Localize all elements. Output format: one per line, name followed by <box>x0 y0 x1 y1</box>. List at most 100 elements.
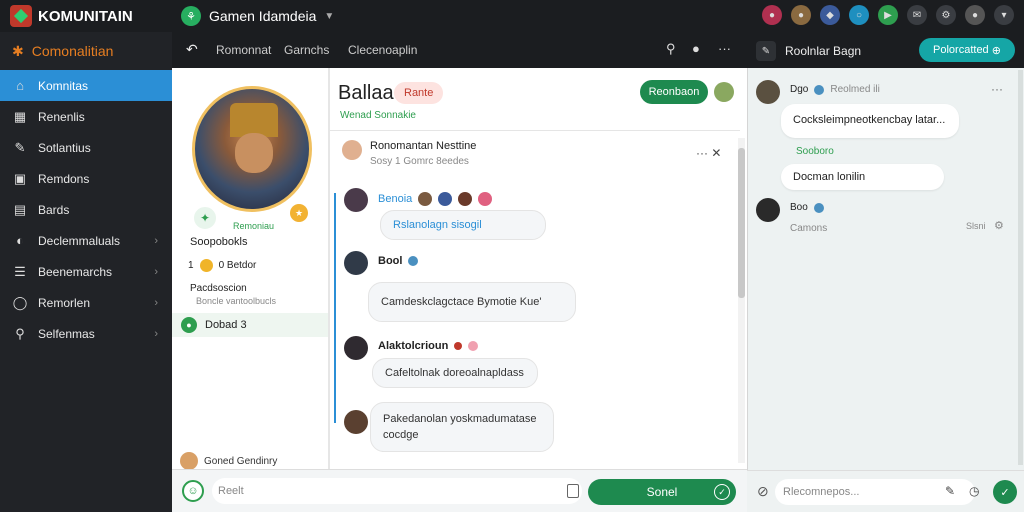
follow-button[interactable]: Reonbaon <box>640 80 708 104</box>
message-bubble: Rslanolagn sisogil <box>380 210 546 240</box>
top-bar: KOMUNITAIN ⚘ Gamen Idamdeia ▼ ● ● ◆ ○ ▶ … <box>0 0 1024 32</box>
active-channel[interactable]: ● Dobad 3 <box>172 313 328 337</box>
fire-icon <box>454 342 463 350</box>
bubble-icon: ◯ <box>12 294 28 310</box>
avatar <box>418 192 433 206</box>
profile-footer[interactable]: Goned Gendinry <box>180 452 277 470</box>
grid-icon: ▦ <box>13 108 27 124</box>
attachment-icon[interactable]: ⊘ <box>757 483 769 500</box>
attachment-icon[interactable] <box>567 484 579 498</box>
search-icon: ⚲ <box>15 325 25 341</box>
back-arrow-icon[interactable]: ↶ <box>186 41 198 58</box>
thread-line <box>334 193 336 423</box>
chat-icon: ☰ <box>14 263 26 279</box>
more-icon[interactable]: ··· <box>718 41 731 56</box>
message: Benoia <box>344 188 493 212</box>
message <box>344 410 368 434</box>
right-panel-button[interactable]: Polorcatted ⊕ <box>919 38 1015 62</box>
sidebar-item-remdons[interactable]: ▣ Remdons <box>0 163 172 194</box>
sidebar-item-selfenmas[interactable]: ⚲ Selfenmas › <box>0 318 172 349</box>
sidebar-item-declemmaluals[interactable]: ◐ Declemmaluals › <box>0 225 172 256</box>
right-composer: ⊘ Rlecomnepos... ✎ ◷ ✓ <box>747 470 1024 512</box>
verified-icon <box>813 202 824 213</box>
sidebar-item-beenemarchs[interactable]: ☰ Beenemarchs › <box>0 256 172 287</box>
scrollbar[interactable] <box>738 138 745 463</box>
profile-panel: ✦ ★ Remoniau Soopobokls 1 0 Betdor Pacds… <box>172 68 328 470</box>
avatar <box>438 192 453 206</box>
home-icon: ⌂ <box>16 78 24 93</box>
avatar[interactable] <box>344 410 368 434</box>
pencil-icon[interactable]: ✎ <box>945 484 955 498</box>
avatar-icon[interactable]: ● <box>791 5 811 25</box>
send-icon[interactable]: ✓ <box>993 480 1017 504</box>
post-author[interactable]: Ronomantan Nesttine <box>370 140 476 152</box>
channel-switcher[interactable]: ⚘ Gamen Idamdeia ▼ <box>181 6 334 26</box>
panel-icon[interactable]: ✎ <box>756 41 776 61</box>
scrollbar[interactable] <box>1018 70 1023 465</box>
avatar[interactable] <box>344 251 368 275</box>
message: Dgo Reolmed ili <box>756 80 880 104</box>
level-badge: ★ <box>290 204 308 222</box>
sidebar-item-bards[interactable]: ▤ Bards <box>0 194 172 225</box>
app-logo[interactable]: KOMUNITAIN <box>10 5 133 27</box>
sidebar-item-komnitas[interactable]: ⌂ Komnitas <box>0 70 172 101</box>
sidebar-item-sotlantius[interactable]: ✎ Sotlantius <box>0 132 172 163</box>
tag-pill[interactable]: Rante <box>394 82 444 104</box>
check-icon: ✓ <box>714 484 730 500</box>
message: Boo Camons <box>756 198 827 234</box>
profile-name: Soopobokls <box>190 236 248 248</box>
tab-clecenoaplin[interactable]: Clecenoaplin <box>348 43 417 57</box>
send-button[interactable]: Sonel ✓ <box>588 479 736 505</box>
avatar[interactable] <box>344 188 368 212</box>
tab-garnchs[interactable]: Garnchs <box>284 43 329 57</box>
sidebar-item-remorlen[interactable]: ◯ Remorlen › <box>0 287 172 318</box>
avatar[interactable] <box>342 140 362 160</box>
message: Alaktolcrioun <box>344 336 479 360</box>
sidebar-header[interactable]: ✱ Comonalitian <box>0 32 172 70</box>
feed: Ballaa Rante Wenad Sonnakie Reonbaon Ron… <box>328 68 747 469</box>
flag-icon[interactable]: ▶ <box>878 5 898 25</box>
shield-icon[interactable]: ◆ <box>820 5 840 25</box>
link-icon[interactable]: ⚲ <box>666 41 676 57</box>
user-avatar[interactable]: ● <box>965 5 985 25</box>
user-icon[interactable]: ● <box>762 5 782 25</box>
heart-icon <box>478 192 493 206</box>
verified-icon <box>814 84 825 95</box>
clock-icon[interactable]: ◷ <box>969 484 979 498</box>
profile-detail: Pacdsoscion <box>190 283 247 294</box>
emoji-icon[interactable]: ☺ <box>182 480 204 502</box>
more-icon[interactable]: ··· ✕ <box>696 146 721 160</box>
mail-icon[interactable]: ✉ <box>907 5 927 25</box>
profile-detail-sub: Boncle vantoolbucls <box>196 296 277 306</box>
more-icon[interactable]: ··· <box>991 82 1003 96</box>
chevron-down-icon: ▼ <box>324 10 335 22</box>
square-icon: ▣ <box>13 170 27 186</box>
channel-icon: ⚘ <box>181 6 201 26</box>
heart-icon <box>468 341 479 351</box>
profile-role: Remoniau <box>233 221 275 231</box>
message-input[interactable]: Reelt <box>212 478 582 504</box>
avatar[interactable] <box>756 198 780 222</box>
ring-icon[interactable]: ○ <box>849 5 869 25</box>
settings-icon[interactable]: ⚙ <box>994 219 1004 232</box>
online-icon: ● <box>181 317 197 333</box>
emoji-icon[interactable]: ● <box>692 41 700 56</box>
status-icon: ✦ <box>192 205 218 231</box>
avatar[interactable] <box>756 80 780 104</box>
tab-romonnat[interactable]: Romonnat <box>216 43 271 57</box>
post-meta: Sosy 1 Gomrc 8eedes <box>370 156 469 167</box>
sidebar-item-renenlis[interactable]: ▦ Renenlis <box>0 101 172 132</box>
avatar[interactable] <box>714 82 734 102</box>
avatar[interactable] <box>344 336 368 360</box>
profile-avatar[interactable] <box>192 86 312 212</box>
verified-icon <box>408 256 419 266</box>
sidebar: ✱ Comonalitian ⌂ Komnitas ▦ Renenlis ✎ Sotl… <box>0 32 172 512</box>
chevron-right-icon: › <box>154 234 158 247</box>
settings-icon[interactable]: ⚙ <box>936 5 956 25</box>
globe-icon: ◐ <box>16 233 24 248</box>
divider <box>330 130 740 131</box>
chevron-down-icon[interactable]: ▾ <box>994 5 1014 25</box>
message-bubble: Cocksleimpneotkencbay latar... <box>781 104 959 138</box>
right-panel: Dgo Reolmed ili ··· Cocksleimpneotkencba… <box>747 68 1024 470</box>
message-bubble: Pakedanolan yoskmadumatase cocdge <box>370 402 554 452</box>
